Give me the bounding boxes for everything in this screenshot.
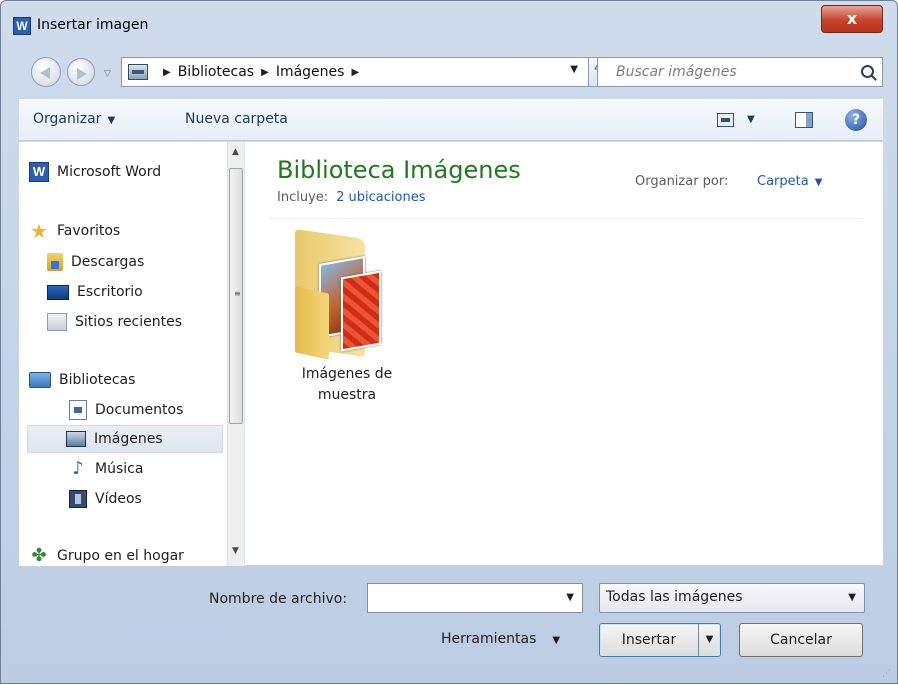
desktop-icon [47,284,69,300]
recent-places-icon [47,313,67,331]
file-type-select[interactable]: Todas las imágenes ▼ [599,583,865,613]
sidebar-item-documents[interactable]: Documentos [69,396,183,424]
bottom-panel: Nombre de archivo: ▼ Todas las imágenes … [1,567,897,685]
sidebar-item-images[interactable]: Imágenes [27,425,223,453]
folder-item-sample-pictures[interactable]: Imágenes de muestra [267,229,427,406]
folder-icon [289,229,381,360]
library-title: Biblioteca Imágenes [277,156,521,184]
sidebar-item-label: Bibliotecas [59,372,136,388]
breadcrumb-bibliotecas[interactable]: Bibliotecas [178,64,254,80]
word-icon: W [29,162,49,182]
arrange-by-label: Organizar por: [635,174,729,189]
downloads-icon [47,253,63,271]
breadcrumb-imagenes[interactable]: Imágenes [276,64,345,80]
music-icon: ♪ [72,458,84,479]
insert-button[interactable]: Insertar ▼ [599,623,721,657]
title-bar: W Insertar imagen x [1,1,897,45]
scroll-up-icon[interactable]: ▲ [232,147,239,157]
library-icon [128,64,148,80]
address-dropdown-icon[interactable]: ▼ [570,64,578,75]
star-icon: ★ [30,219,48,243]
sidebar-item-favorites[interactable]: ★ Favoritos [29,217,120,245]
scrollbar-thumb[interactable]: ≡ [229,168,243,424]
includes-label: Incluye: [277,190,329,205]
search-box[interactable] [597,57,883,87]
insert-image-dialog: W Insertar imagen x ▽ ▶ Bibliotecas ▶ Im… [0,0,898,684]
navigation-pane: W Microsoft Word ★ Favoritos Descargas E… [19,142,245,566]
sidebar-item-music[interactable]: ♪ Música [69,455,143,483]
scroll-down-icon[interactable]: ▼ [232,546,239,556]
sidebar-item-videos[interactable]: Vídeos [69,485,142,513]
sidebar-item-label: Favoritos [57,223,121,239]
chevron-down-icon: ▼ [814,177,823,188]
sidebar-item-homegroup[interactable]: ✤ Grupo en el hogar [29,542,184,570]
grip-icon: ≡ [234,289,241,298]
back-button[interactable] [31,57,61,87]
address-bar[interactable]: ▶ Bibliotecas ▶ Imágenes ▶ ▼ [121,57,589,87]
sidebar-item-label: Sitios recientes [75,314,182,330]
homegroup-icon: ✤ [31,545,47,566]
sidebar-item-label: Documentos [95,402,184,418]
breadcrumb-arrow-icon[interactable]: ▶ [351,67,359,78]
close-button[interactable]: x [821,5,883,33]
folder-label: Imágenes de muestra [301,366,393,403]
sidebar-item-downloads[interactable]: Descargas [47,248,144,276]
view-options-dropdown-icon[interactable]: ▼ [747,114,755,125]
close-icon: x [846,9,858,28]
videos-icon [69,490,87,508]
sidebar-item-label: Grupo en el hogar [57,548,184,564]
organize-menu[interactable]: Organizar ▼ [33,111,115,127]
breadcrumb-arrow-icon[interactable]: ▶ [261,67,269,78]
chevron-down-icon: ▼ [107,115,116,126]
new-folder-button[interactable]: Nueva carpeta [185,111,288,127]
cancel-button[interactable]: Cancelar [739,623,863,657]
search-icon[interactable] [861,65,874,78]
chevron-down-icon: ▼ [848,592,856,603]
navigation-scrollbar[interactable]: ▲ ≡ ▼ [227,142,244,566]
filename-label: Nombre de archivo: [209,591,348,607]
sidebar-item-microsoft-word[interactable]: W Microsoft Word [29,158,161,186]
word-app-icon: W [13,17,31,35]
insert-options-dropdown-icon[interactable]: ▼ [698,624,720,656]
sidebar-item-label: Descargas [71,254,145,270]
address-row: ▽ ▶ Bibliotecas ▶ Imágenes ▶ ▼ ⁴↑ [1,51,897,95]
sidebar-item-label: Escritorio [77,284,143,300]
sidebar-item-label: Música [95,461,144,477]
file-type-value: Todas las imágenes [606,589,743,605]
forward-button[interactable] [67,58,95,86]
libraries-icon [29,372,51,388]
images-icon [66,431,86,447]
search-input[interactable] [614,59,854,85]
preview-pane-icon[interactable] [795,112,813,128]
arrange-by-dropdown[interactable]: Carpeta ▼ [757,174,822,189]
documents-icon [69,400,87,420]
window-title: Insertar imagen [37,17,149,33]
sidebar-item-desktop[interactable]: Escritorio [47,278,143,306]
resize-grip-icon[interactable]: ⋰ [882,669,891,679]
recent-pages-dropdown-icon[interactable]: ▽ [104,69,111,79]
breadcrumb-arrow-icon[interactable]: ▶ [163,67,171,78]
includes-locations-link[interactable]: 2 ubicaciones [336,190,425,205]
sidebar-item-label: Microsoft Word [57,164,162,180]
sidebar-item-libraries[interactable]: Bibliotecas [29,366,135,394]
filename-input[interactable] [372,585,552,611]
sidebar-item-label: Imágenes [94,431,163,447]
tools-label: Herramientas [441,631,537,647]
help-icon[interactable]: ? [845,109,867,131]
sidebar-item-recent-places[interactable]: Sitios recientes [47,308,182,336]
sidebar-item-label: Vídeos [95,491,142,507]
chevron-down-icon: ▼ [552,635,561,646]
organize-label: Organizar [33,111,102,127]
change-view-icon[interactable] [717,113,734,127]
chevron-down-icon[interactable]: ▼ [566,592,574,603]
file-list-pane: Biblioteca Imágenes Incluye: 2 ubicacione… [245,142,883,566]
filename-combobox[interactable]: ▼ [367,583,583,613]
command-bar: Organizar ▼ Nueva carpeta ▼ ? [19,99,883,141]
arrange-by-value: Carpeta [757,174,809,189]
header-divider [269,218,863,219]
content-area: W Microsoft Word ★ Favoritos Descargas E… [19,142,883,566]
insert-label: Insertar [621,632,677,648]
library-includes: Incluye: 2 ubicaciones [277,190,426,205]
tools-menu[interactable]: Herramientas ▼ [441,631,560,647]
